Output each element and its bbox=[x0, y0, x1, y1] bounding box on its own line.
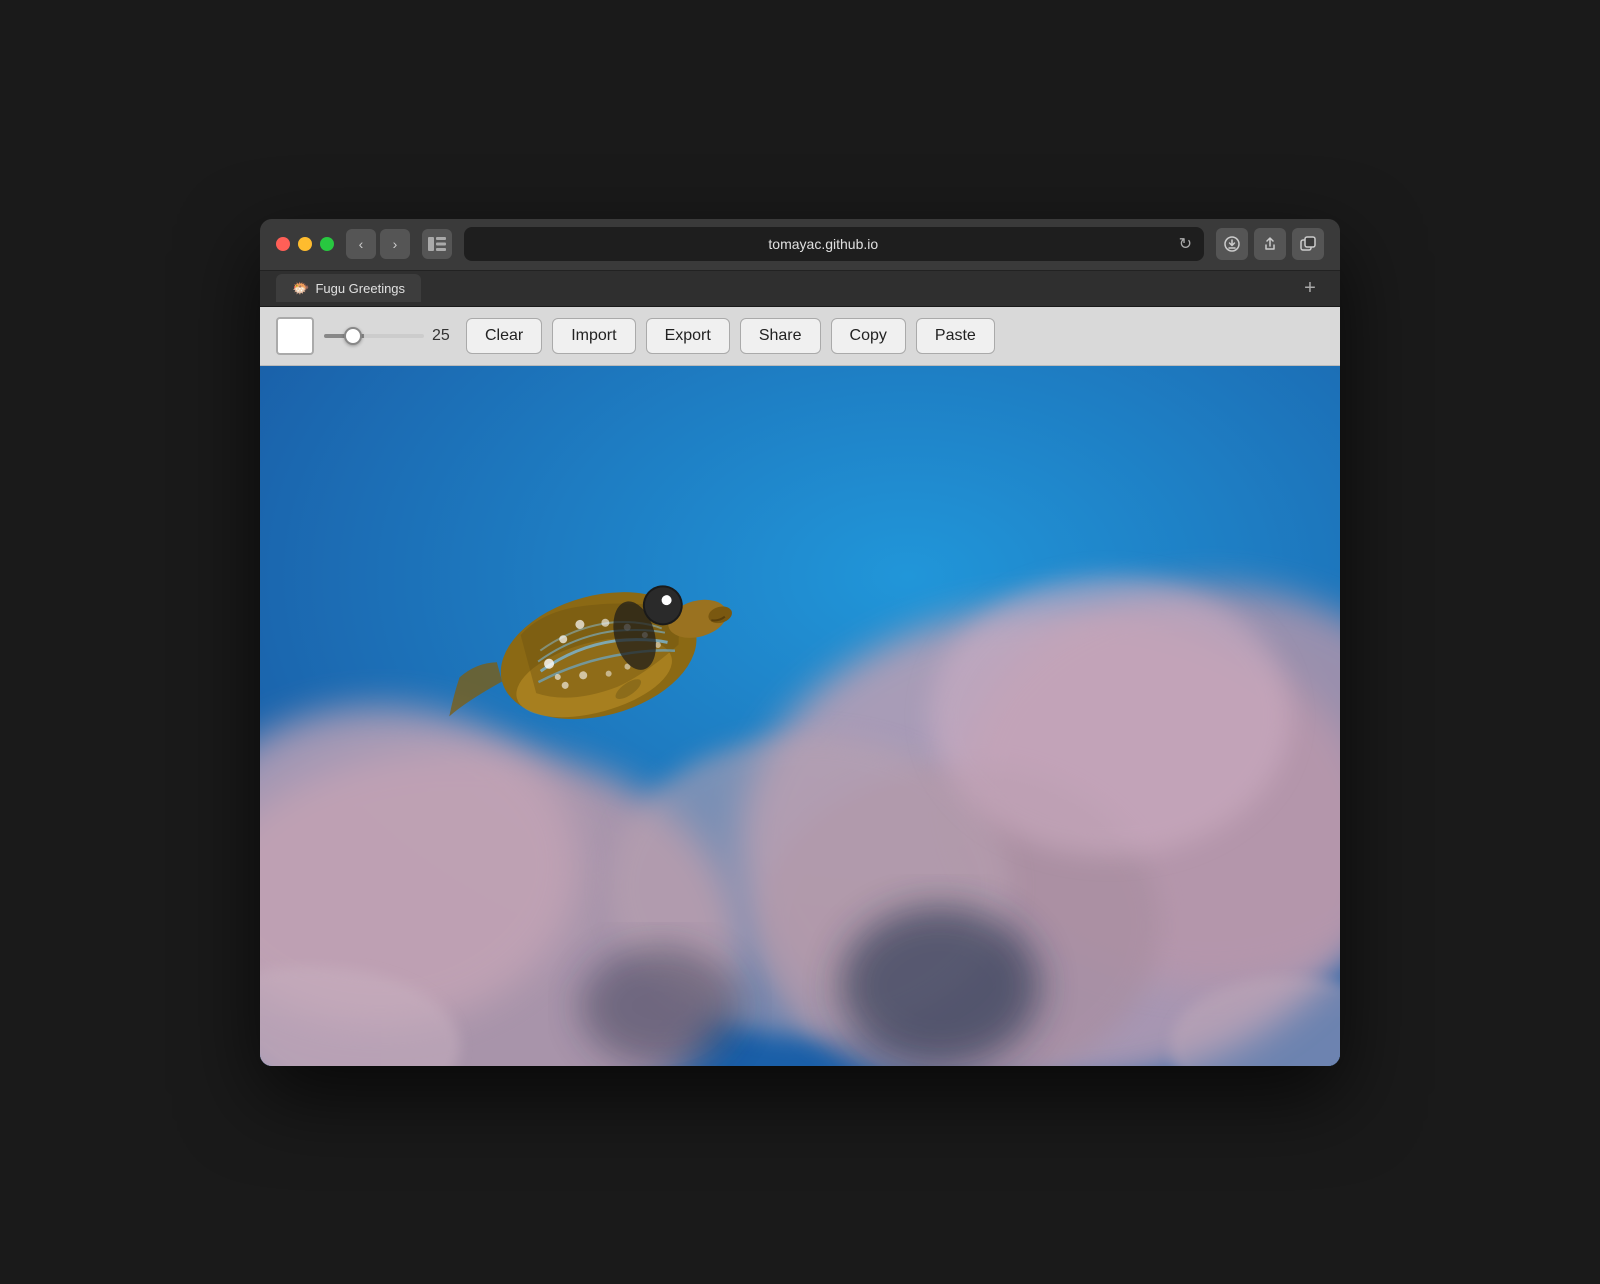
download-button[interactable] bbox=[1216, 228, 1248, 260]
clear-button[interactable]: Clear bbox=[466, 318, 542, 354]
color-picker[interactable] bbox=[276, 317, 314, 355]
traffic-lights bbox=[276, 237, 334, 251]
browser-window: ‹ › tomayac.github.io ↻ bbox=[260, 219, 1340, 1066]
sidebar-toggle-button[interactable] bbox=[422, 229, 452, 259]
reload-button[interactable]: ↻ bbox=[1179, 234, 1192, 254]
tab-favicon: 🐡 bbox=[292, 280, 309, 297]
forward-button[interactable]: › bbox=[380, 229, 410, 259]
maximize-button[interactable] bbox=[320, 237, 334, 251]
url-text: tomayac.github.io bbox=[476, 236, 1171, 252]
browser-toolbar-right bbox=[1216, 228, 1324, 260]
canvas-area[interactable] bbox=[260, 366, 1340, 1066]
tab-bar: 🐡 Fugu Greetings + bbox=[260, 271, 1340, 307]
export-button[interactable]: Export bbox=[646, 318, 730, 354]
url-bar[interactable]: tomayac.github.io ↻ bbox=[464, 227, 1204, 261]
active-tab[interactable]: 🐡 Fugu Greetings bbox=[276, 274, 421, 302]
brush-size-slider[interactable] bbox=[324, 334, 424, 338]
back-button[interactable]: ‹ bbox=[346, 229, 376, 259]
fish-scene-svg bbox=[260, 366, 1340, 1066]
brush-size-value: 25 bbox=[432, 327, 456, 345]
app-toolbar: 25 Clear Import Export Share Copy Paste bbox=[260, 307, 1340, 366]
tab-title: Fugu Greetings bbox=[315, 281, 405, 296]
new-tab-button[interactable]: + bbox=[1296, 274, 1324, 302]
nav-buttons: ‹ › bbox=[346, 229, 410, 259]
close-button[interactable] bbox=[276, 237, 290, 251]
title-bar: ‹ › tomayac.github.io ↻ bbox=[260, 219, 1340, 271]
app-content: 25 Clear Import Export Share Copy Paste bbox=[260, 307, 1340, 1066]
paste-button[interactable]: Paste bbox=[916, 318, 995, 354]
import-button[interactable]: Import bbox=[552, 318, 635, 354]
minimize-button[interactable] bbox=[298, 237, 312, 251]
share-app-button[interactable]: Share bbox=[740, 318, 821, 354]
copy-button[interactable]: Copy bbox=[831, 318, 906, 354]
tabs-button[interactable] bbox=[1292, 228, 1324, 260]
share-button[interactable] bbox=[1254, 228, 1286, 260]
brush-size-control: 25 bbox=[324, 327, 456, 345]
